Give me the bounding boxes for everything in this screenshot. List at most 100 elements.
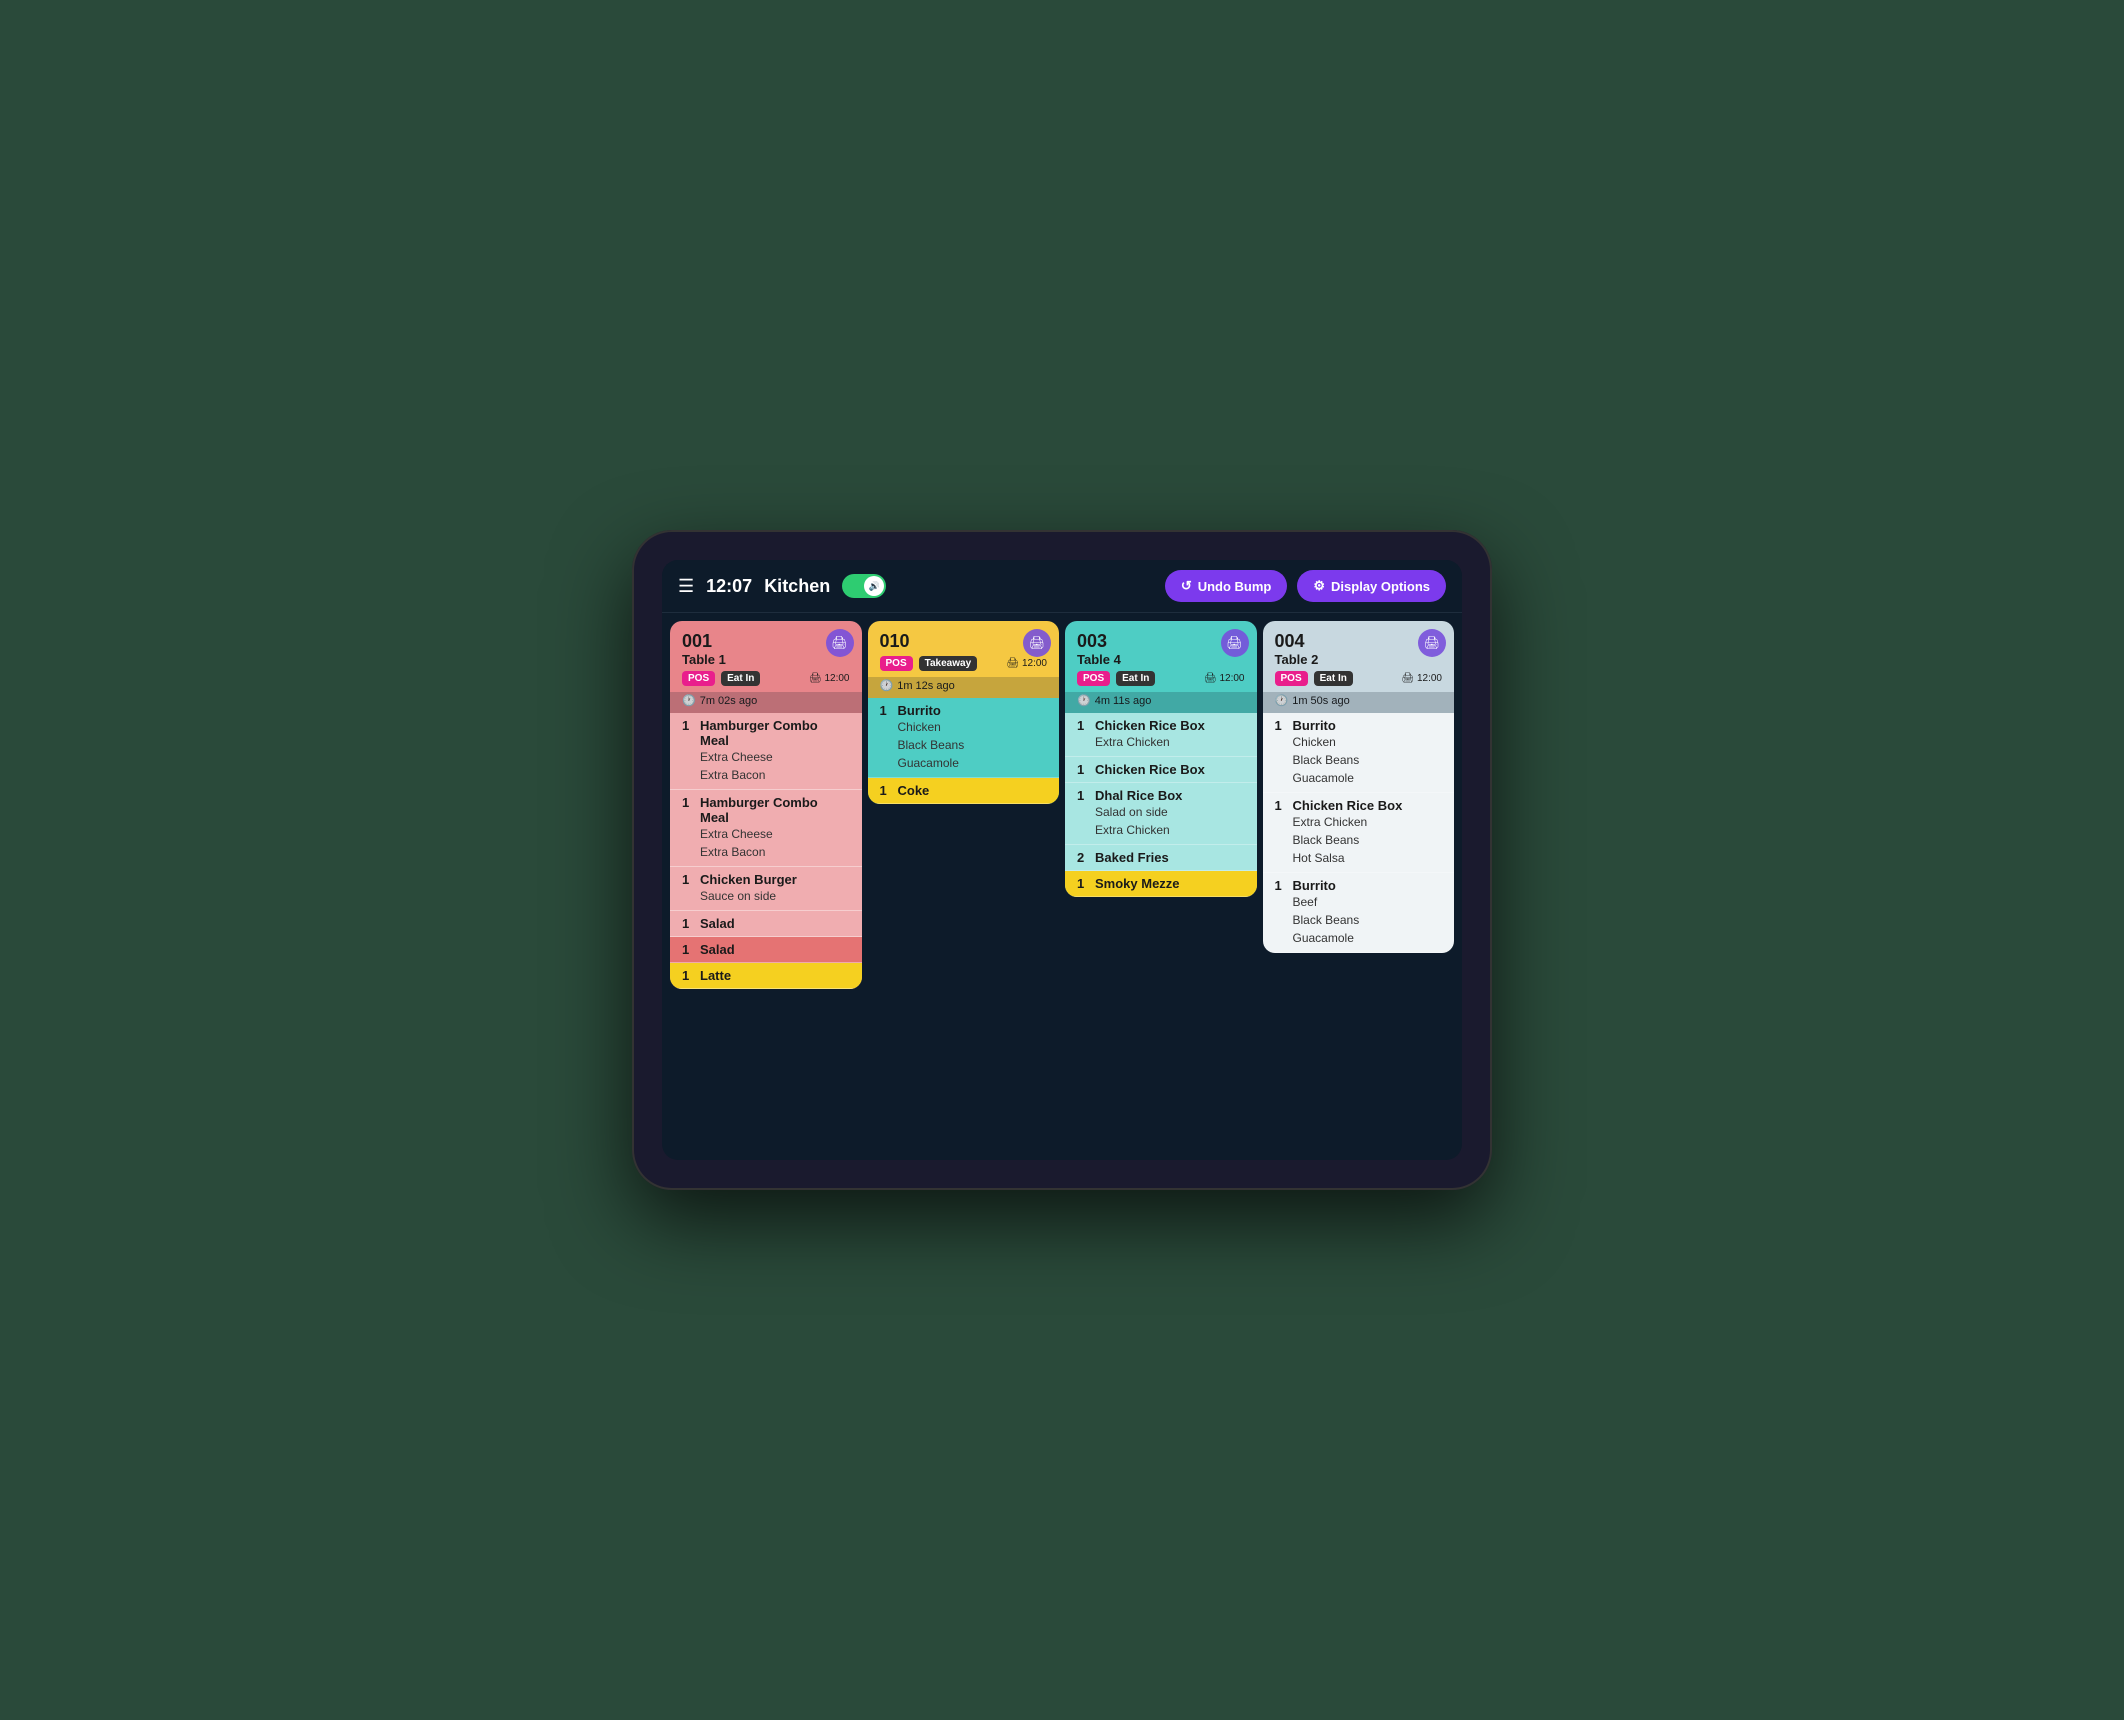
item-main-003-3: 2 Baked Fries <box>1077 850 1245 865</box>
item-row-010-1[interactable]: 1 Coke <box>868 778 1060 804</box>
item-name-001-2: Chicken Burger <box>700 872 797 887</box>
item-sub-004-2-2: Guacamole <box>1293 929 1443 947</box>
item-sub-001-0-0: Extra Cheese <box>700 748 850 766</box>
item-sub-001-1-1: Extra Bacon <box>700 843 850 861</box>
badge-type-001: Eat In <box>721 671 760 686</box>
item-row-003-2[interactable]: 1 Dhal Rice Box Salad on sideExtra Chick… <box>1065 783 1257 845</box>
item-name-001-4: Salad <box>700 942 735 957</box>
gear-icon: ⚙ <box>1313 578 1325 594</box>
header-title: Kitchen <box>764 576 830 597</box>
item-main-004-1: 1 Chicken Rice Box <box>1275 798 1443 813</box>
item-main-001-1: 1 Hamburger Combo Meal <box>682 795 850 825</box>
badge-pos-001: POS <box>682 671 715 686</box>
item-name-003-0: Chicken Rice Box <box>1095 718 1205 733</box>
item-row-001-0[interactable]: 1 Hamburger Combo Meal Extra CheeseExtra… <box>670 713 862 790</box>
item-row-003-0[interactable]: 1 Chicken Rice Box Extra Chicken <box>1065 713 1257 757</box>
order-num-001: 001 <box>682 631 850 652</box>
item-qty-001-3: 1 <box>682 916 694 931</box>
print-button-004[interactable]: 🖨 <box>1418 629 1446 657</box>
badge-type-003: Eat In <box>1116 671 1155 686</box>
item-row-004-2[interactable]: 1 Burrito BeefBlack BeansGuacamole <box>1263 873 1455 953</box>
clock-icon-010: 🕐 <box>880 679 894 692</box>
item-main-003-0: 1 Chicken Rice Box <box>1077 718 1245 733</box>
print-button-003[interactable]: 🖨 <box>1221 629 1249 657</box>
print-button-001[interactable]: 🖨 <box>826 629 854 657</box>
item-qty-004-2: 1 <box>1275 878 1287 893</box>
item-name-001-1: Hamburger Combo Meal <box>700 795 850 825</box>
item-sub-004-2-1: Black Beans <box>1293 911 1443 929</box>
undo-bump-button[interactable]: ↺ Undo Bump <box>1165 570 1288 602</box>
item-sub-001-1-0: Extra Cheese <box>700 825 850 843</box>
item-subs-004-2: BeefBlack BeansGuacamole <box>1275 893 1443 947</box>
item-qty-001-5: 1 <box>682 968 694 983</box>
item-row-001-1[interactable]: 1 Hamburger Combo Meal Extra CheeseExtra… <box>670 790 862 867</box>
item-qty-003-0: 1 <box>1077 718 1089 733</box>
item-row-004-1[interactable]: 1 Chicken Rice Box Extra ChickenBlack Be… <box>1263 793 1455 873</box>
badge-type-010: Takeaway <box>919 656 978 671</box>
print-button-010[interactable]: 🖨 <box>1023 629 1051 657</box>
item-qty-010-0: 1 <box>880 703 892 718</box>
item-subs-001-1: Extra CheeseExtra Bacon <box>682 825 850 861</box>
clock-icon-003: 🕐 <box>1077 694 1091 707</box>
card-items-001: 1 Hamburger Combo Meal Extra CheeseExtra… <box>670 713 862 989</box>
item-name-001-3: Salad <box>700 916 735 931</box>
table-label-004: Table 2 <box>1275 652 1443 667</box>
item-row-001-2[interactable]: 1 Chicken Burger Sauce on side <box>670 867 862 911</box>
item-name-003-1: Chicken Rice Box <box>1095 762 1205 777</box>
item-qty-001-2: 1 <box>682 872 694 887</box>
item-row-001-3[interactable]: 1 Salad <box>670 911 862 937</box>
item-name-004-2: Burrito <box>1293 878 1336 893</box>
item-row-001-5[interactable]: 1 Latte <box>670 963 862 989</box>
order-card-001[interactable]: 001 Table 1 POS Eat In 🖨 12:00 🖨 🕐 7m 02… <box>670 621 862 989</box>
item-name-003-3: Baked Fries <box>1095 850 1169 865</box>
item-main-001-0: 1 Hamburger Combo Meal <box>682 718 850 748</box>
badge-type-004: Eat In <box>1314 671 1353 686</box>
item-sub-010-0-1: Black Beans <box>898 736 1048 754</box>
order-num-003: 003 <box>1077 631 1245 652</box>
item-row-003-3[interactable]: 2 Baked Fries <box>1065 845 1257 871</box>
item-row-004-0[interactable]: 1 Burrito ChickenBlack BeansGuacamole <box>1263 713 1455 793</box>
clock-icon-004: 🕐 <box>1275 694 1289 707</box>
item-main-010-0: 1 Burrito <box>880 703 1048 718</box>
item-subs-003-2: Salad on sideExtra Chicken <box>1077 803 1245 839</box>
ago-text-003: 4m 11s ago <box>1095 695 1152 707</box>
item-row-003-4[interactable]: 1 Smoky Mezze <box>1065 871 1257 897</box>
order-num-004: 004 <box>1275 631 1443 652</box>
order-card-010[interactable]: 010 POS Takeaway 🖨 12:00 🖨 🕐 1m 12s ago … <box>868 621 1060 804</box>
sound-toggle[interactable]: 🔊 <box>842 574 886 598</box>
item-sub-004-1-0: Extra Chicken <box>1293 813 1443 831</box>
item-sub-003-2-1: Extra Chicken <box>1095 821 1245 839</box>
menu-icon[interactable]: ☰ <box>678 576 694 597</box>
header-left: ☰ 12:07 Kitchen 🔊 <box>678 574 1153 598</box>
item-sub-004-1-1: Black Beans <box>1293 831 1443 849</box>
order-card-004[interactable]: 004 Table 2 POS Eat In 🖨 12:00 🖨 🕐 1m 50… <box>1263 621 1455 953</box>
item-sub-003-0-0: Extra Chicken <box>1095 733 1245 751</box>
item-sub-004-2-0: Beef <box>1293 893 1443 911</box>
item-sub-001-0-1: Extra Bacon <box>700 766 850 784</box>
sound-icon: 🔊 <box>869 581 880 592</box>
ago-text-010: 1m 12s ago <box>897 680 954 692</box>
table-label-003: Table 4 <box>1077 652 1245 667</box>
item-name-001-0: Hamburger Combo Meal <box>700 718 850 748</box>
item-qty-004-0: 1 <box>1275 718 1287 733</box>
card-meta-004: POS Eat In 🖨 12:00 <box>1275 671 1443 686</box>
item-row-010-0[interactable]: 1 Burrito ChickenBlack BeansGuacamole <box>868 698 1060 778</box>
ago-row-010: 🕐 1m 12s ago <box>868 677 1060 698</box>
item-main-003-2: 1 Dhal Rice Box <box>1077 788 1245 803</box>
item-subs-003-0: Extra Chicken <box>1077 733 1245 751</box>
item-sub-010-0-2: Guacamole <box>898 754 1048 772</box>
sound-toggle-knob: 🔊 <box>864 576 884 596</box>
order-card-003[interactable]: 003 Table 4 POS Eat In 🖨 12:00 🖨 🕐 4m 11… <box>1065 621 1257 897</box>
item-qty-010-1: 1 <box>880 783 892 798</box>
ago-text-001: 7m 02s ago <box>700 695 757 707</box>
card-time-004: 🖨 12:00 <box>1402 673 1443 684</box>
item-row-001-4[interactable]: 1 Salad <box>670 937 862 963</box>
item-main-004-2: 1 Burrito <box>1275 878 1443 893</box>
order-num-010: 010 <box>880 631 1048 652</box>
ago-row-001: 🕐 7m 02s ago <box>670 692 862 713</box>
item-row-003-1[interactable]: 1 Chicken Rice Box <box>1065 757 1257 783</box>
ago-text-004: 1m 50s ago <box>1292 695 1349 707</box>
card-time-010: 🖨 12:00 <box>1007 658 1048 669</box>
display-options-button[interactable]: ⚙ Display Options <box>1297 570 1446 602</box>
card-meta-003: POS Eat In 🖨 12:00 <box>1077 671 1245 686</box>
